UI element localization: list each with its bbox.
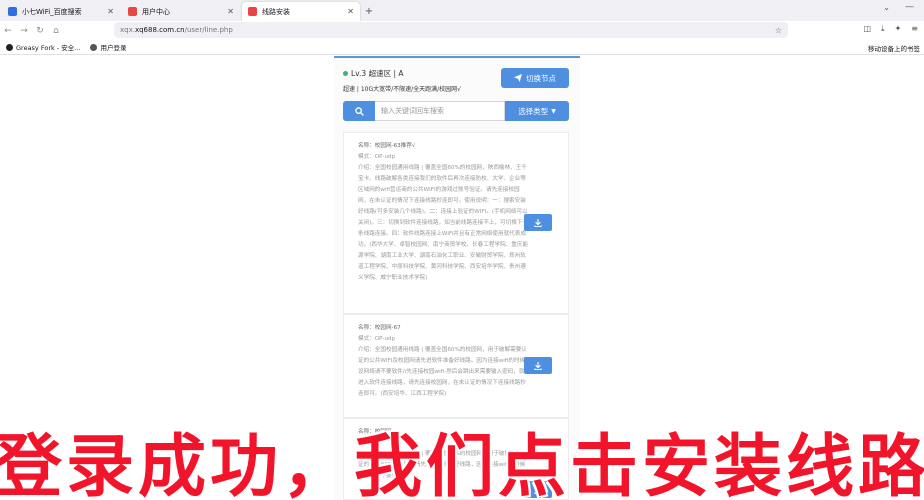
site-favicon-icon bbox=[128, 7, 137, 16]
downloads-icon[interactable]: ⤓ bbox=[881, 24, 885, 34]
caret-down-icon: ▼ bbox=[551, 107, 556, 115]
install-line-button[interactable] bbox=[524, 357, 552, 374]
search-input[interactable] bbox=[375, 101, 505, 121]
online-dot-icon bbox=[343, 71, 348, 76]
node-description: 超速 | 10G大宽带/不限速/全天跑满/校园网√ bbox=[343, 86, 462, 93]
address-bar[interactable]: xqx. xq688.com.cn/user/line.php ☆ bbox=[114, 22, 788, 38]
select-type-label: 选择类型 bbox=[518, 106, 549, 116]
url-domain: xq688.com.cn bbox=[134, 26, 185, 34]
line-name: 名称：校园网-67 bbox=[358, 325, 401, 331]
minimize-icon[interactable]: — bbox=[905, 2, 914, 12]
extensions-icon[interactable]: ✦ bbox=[895, 24, 902, 34]
send-icon bbox=[514, 74, 522, 82]
toolbar-right: ◫ ⤓ ✦ ≡ bbox=[863, 24, 918, 34]
baidu-favicon-icon bbox=[8, 7, 17, 16]
menu-icon[interactable]: ≡ bbox=[911, 24, 918, 34]
tab-title: 线路安装 bbox=[262, 7, 290, 16]
back-arrow-icon[interactable]: ← bbox=[0, 26, 16, 36]
tab-list-chevron-icon[interactable]: ⌄ bbox=[883, 3, 890, 12]
line-intro: 介绍：全国校园通用线路 | 覆盖全国60%的校园网，陕西榆林、王千宝卡、线路破解… bbox=[358, 165, 528, 281]
line-card: 名称：校园网-67 模式：OP-udp 介绍：全国校园通用线路 | 覆盖全国60… bbox=[343, 314, 569, 418]
navigation-bar: ← → ↻ ⌂ xqx. xq688.com.cn/user/line.php ☆… bbox=[0, 21, 924, 40]
home-icon[interactable]: ⌂ bbox=[48, 26, 64, 36]
tab-title: 小七WiFi_百度搜索 bbox=[22, 7, 82, 16]
tab-line-install[interactable]: 线路安装 ✕ bbox=[242, 2, 360, 21]
close-tab-icon[interactable]: ✕ bbox=[347, 7, 354, 16]
globe-icon bbox=[90, 43, 98, 51]
search-row: 选择类型 ▼ bbox=[343, 101, 569, 121]
switch-node-button[interactable]: 切换节点 bbox=[501, 68, 569, 88]
bookmark-greasy-fork[interactable]: Greasy Fork - 安全... bbox=[6, 42, 80, 52]
line-card-body: 名称：校园网-67 模式：OP-udp 介绍：全国校园通用线路 | 覆盖全国60… bbox=[358, 323, 528, 400]
reload-icon[interactable]: ↻ bbox=[32, 26, 48, 36]
line-card-body: 名称：校园网-63推荐√ 模式：OP-udp 介绍：全国校园通用线路 | 覆盖全… bbox=[358, 141, 528, 284]
close-tab-icon[interactable]: ✕ bbox=[107, 7, 114, 16]
bookmarks-bar: Greasy Fork - 安全... 用户登录 移动设备上的书签 bbox=[0, 40, 924, 55]
line-mode: 模式：OP-udp bbox=[358, 154, 396, 160]
pocket-icon[interactable]: ◫ bbox=[863, 24, 871, 34]
download-icon bbox=[534, 361, 542, 370]
url-prefix: xqx. bbox=[120, 26, 135, 34]
bookmark-label: 用户登录 bbox=[100, 44, 127, 52]
node-status-text: Lv.3 超速区 | A bbox=[351, 69, 404, 78]
search-button[interactable] bbox=[343, 101, 375, 121]
download-icon bbox=[534, 218, 542, 227]
video-caption: 登录成功，我们点击安装线路 bbox=[0, 427, 924, 500]
new-tab-button[interactable]: + bbox=[360, 2, 378, 21]
mobile-bookmarks[interactable]: 移动设备上的书签 bbox=[868, 43, 920, 53]
close-tab-icon[interactable]: ✕ bbox=[227, 7, 234, 16]
line-name: 名称：校园网-63推荐√ bbox=[358, 143, 416, 149]
bookmark-label: Greasy Fork - 安全... bbox=[16, 44, 81, 52]
search-icon bbox=[354, 106, 364, 116]
line-card: 名称：校园网-63推荐√ 模式：OP-udp 介绍：全国校园通用线路 | 覆盖全… bbox=[343, 132, 569, 314]
bookmark-user-login[interactable]: 用户登录 bbox=[90, 42, 126, 52]
tab-baidu-search[interactable]: 小七WiFi_百度搜索 ✕ bbox=[2, 2, 120, 21]
switch-node-label: 切换节点 bbox=[526, 73, 556, 83]
forward-arrow-icon[interactable]: → bbox=[16, 26, 32, 36]
bookmark-star-icon[interactable]: ☆ bbox=[775, 26, 782, 35]
tab-bar: 小七WiFi_百度搜索 ✕ 用户中心 ✕ 线路安装 ✕ + ⌄ — bbox=[0, 0, 924, 21]
site-favicon-icon bbox=[248, 7, 257, 16]
node-status: Lv.3 超速区 | A bbox=[343, 68, 404, 79]
greasy-fork-icon bbox=[6, 43, 13, 51]
tab-user-center[interactable]: 用户中心 ✕ bbox=[122, 2, 240, 21]
install-line-button[interactable] bbox=[524, 214, 552, 231]
line-intro: 介绍：全国校园通用线路 | 覆盖全国60%的校园网，用于破解需要认证的公共WIF… bbox=[358, 347, 527, 397]
select-type-button[interactable]: 选择类型 ▼ bbox=[505, 101, 569, 121]
tab-title: 用户中心 bbox=[142, 7, 170, 16]
line-mode: 模式：OP-udp bbox=[358, 336, 396, 342]
url-path: /user/line.php bbox=[184, 26, 233, 34]
